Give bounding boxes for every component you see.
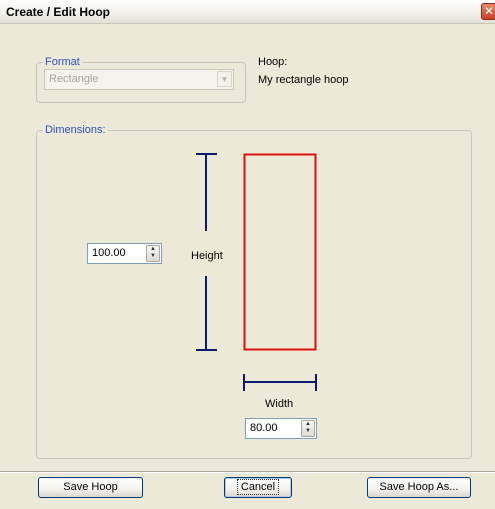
height-value: 100.00 <box>92 247 126 259</box>
footer-divider <box>0 471 495 473</box>
height-spinner[interactable]: ▲ ▼ <box>146 245 160 262</box>
height-label: Height <box>191 250 223 262</box>
save-hoop-button[interactable]: Save Hoop <box>38 477 143 498</box>
cancel-button[interactable]: Cancel <box>224 477 292 498</box>
width-spinner[interactable]: ▲ ▼ <box>301 420 315 437</box>
save-hoop-as-button[interactable]: Save Hoop As... <box>367 477 471 498</box>
spin-down-icon[interactable]: ▼ <box>147 253 159 260</box>
cancel-label: Cancel <box>236 479 280 495</box>
dialog-window: Create / Edit Hoop ✕ Format Rectangle ▾ … <box>0 0 495 509</box>
width-input[interactable]: 80.00 ▲ ▼ <box>245 418 317 439</box>
spin-up-icon[interactable]: ▲ <box>147 246 159 253</box>
spin-down-icon[interactable]: ▼ <box>302 428 314 435</box>
width-label: Width <box>265 398 294 410</box>
hoop-preview-rectangle <box>243 153 317 351</box>
save-hoop-label: Save Hoop <box>63 481 118 493</box>
width-value: 80.00 <box>250 422 278 434</box>
height-input[interactable]: 100.00 ▲ ▼ <box>87 243 162 264</box>
save-hoop-as-label: Save Hoop As... <box>379 481 459 493</box>
spin-up-icon[interactable]: ▲ <box>302 421 314 428</box>
